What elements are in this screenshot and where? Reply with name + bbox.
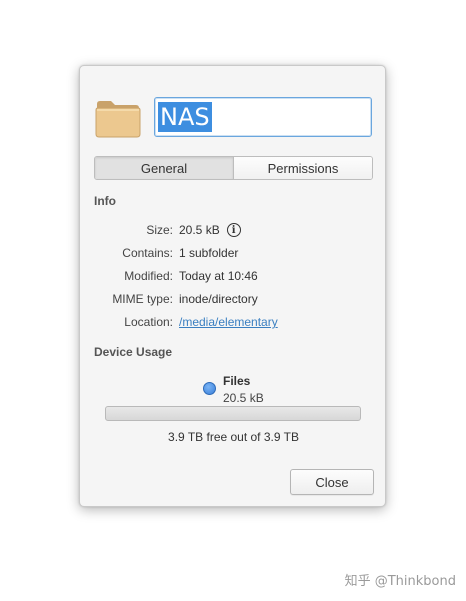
info-key: Location: — [124, 315, 173, 329]
info-value: /media/elementary — [179, 315, 278, 329]
watermark: 知乎 @Thinkbond — [344, 574, 456, 589]
info-key: Contains: — [122, 246, 173, 260]
info-value: 20.5 kB i — [179, 223, 241, 237]
tab-bar: General Permissions — [94, 156, 373, 180]
legend-label: Files — [223, 374, 251, 388]
info-section-title: Info — [94, 194, 116, 208]
info-key: MIME type: — [112, 292, 173, 306]
properties-dialog: NAS General Permissions Info Size: 20.5 … — [79, 65, 386, 507]
folder-icon — [95, 101, 141, 138]
info-row-location: Location: /media/elementary — [80, 315, 387, 333]
info-value: Today at 10:46 — [179, 269, 258, 283]
device-usage-title: Device Usage — [94, 345, 173, 359]
name-input[interactable]: NAS — [154, 97, 372, 137]
info-value: 1 subfolder — [179, 246, 239, 260]
size-value: 20.5 kB — [179, 223, 220, 237]
info-circle-icon[interactable]: i — [226, 223, 241, 237]
info-key: Size: — [146, 223, 173, 237]
legend-dot-icon — [203, 382, 216, 395]
tab-general[interactable]: General — [95, 157, 233, 179]
info-row-size: Size: 20.5 kB i — [80, 223, 387, 241]
info-key: Modified: — [124, 269, 173, 283]
free-space-text: 3.9 TB free out of 3.9 TB — [168, 430, 299, 444]
legend-size: 20.5 kB — [223, 391, 264, 405]
location-link[interactable]: /media/elementary — [179, 315, 278, 329]
tab-permissions[interactable]: Permissions — [233, 157, 372, 179]
info-row-modified: Modified: Today at 10:46 — [80, 269, 387, 287]
info-row-mime: MIME type: inode/directory — [80, 292, 387, 310]
info-row-contains: Contains: 1 subfolder — [80, 246, 387, 264]
storage-usage-bar — [105, 406, 361, 421]
close-button[interactable]: Close — [290, 469, 374, 495]
name-input-selected-text: NAS — [158, 102, 212, 132]
info-value: inode/directory — [179, 292, 258, 306]
